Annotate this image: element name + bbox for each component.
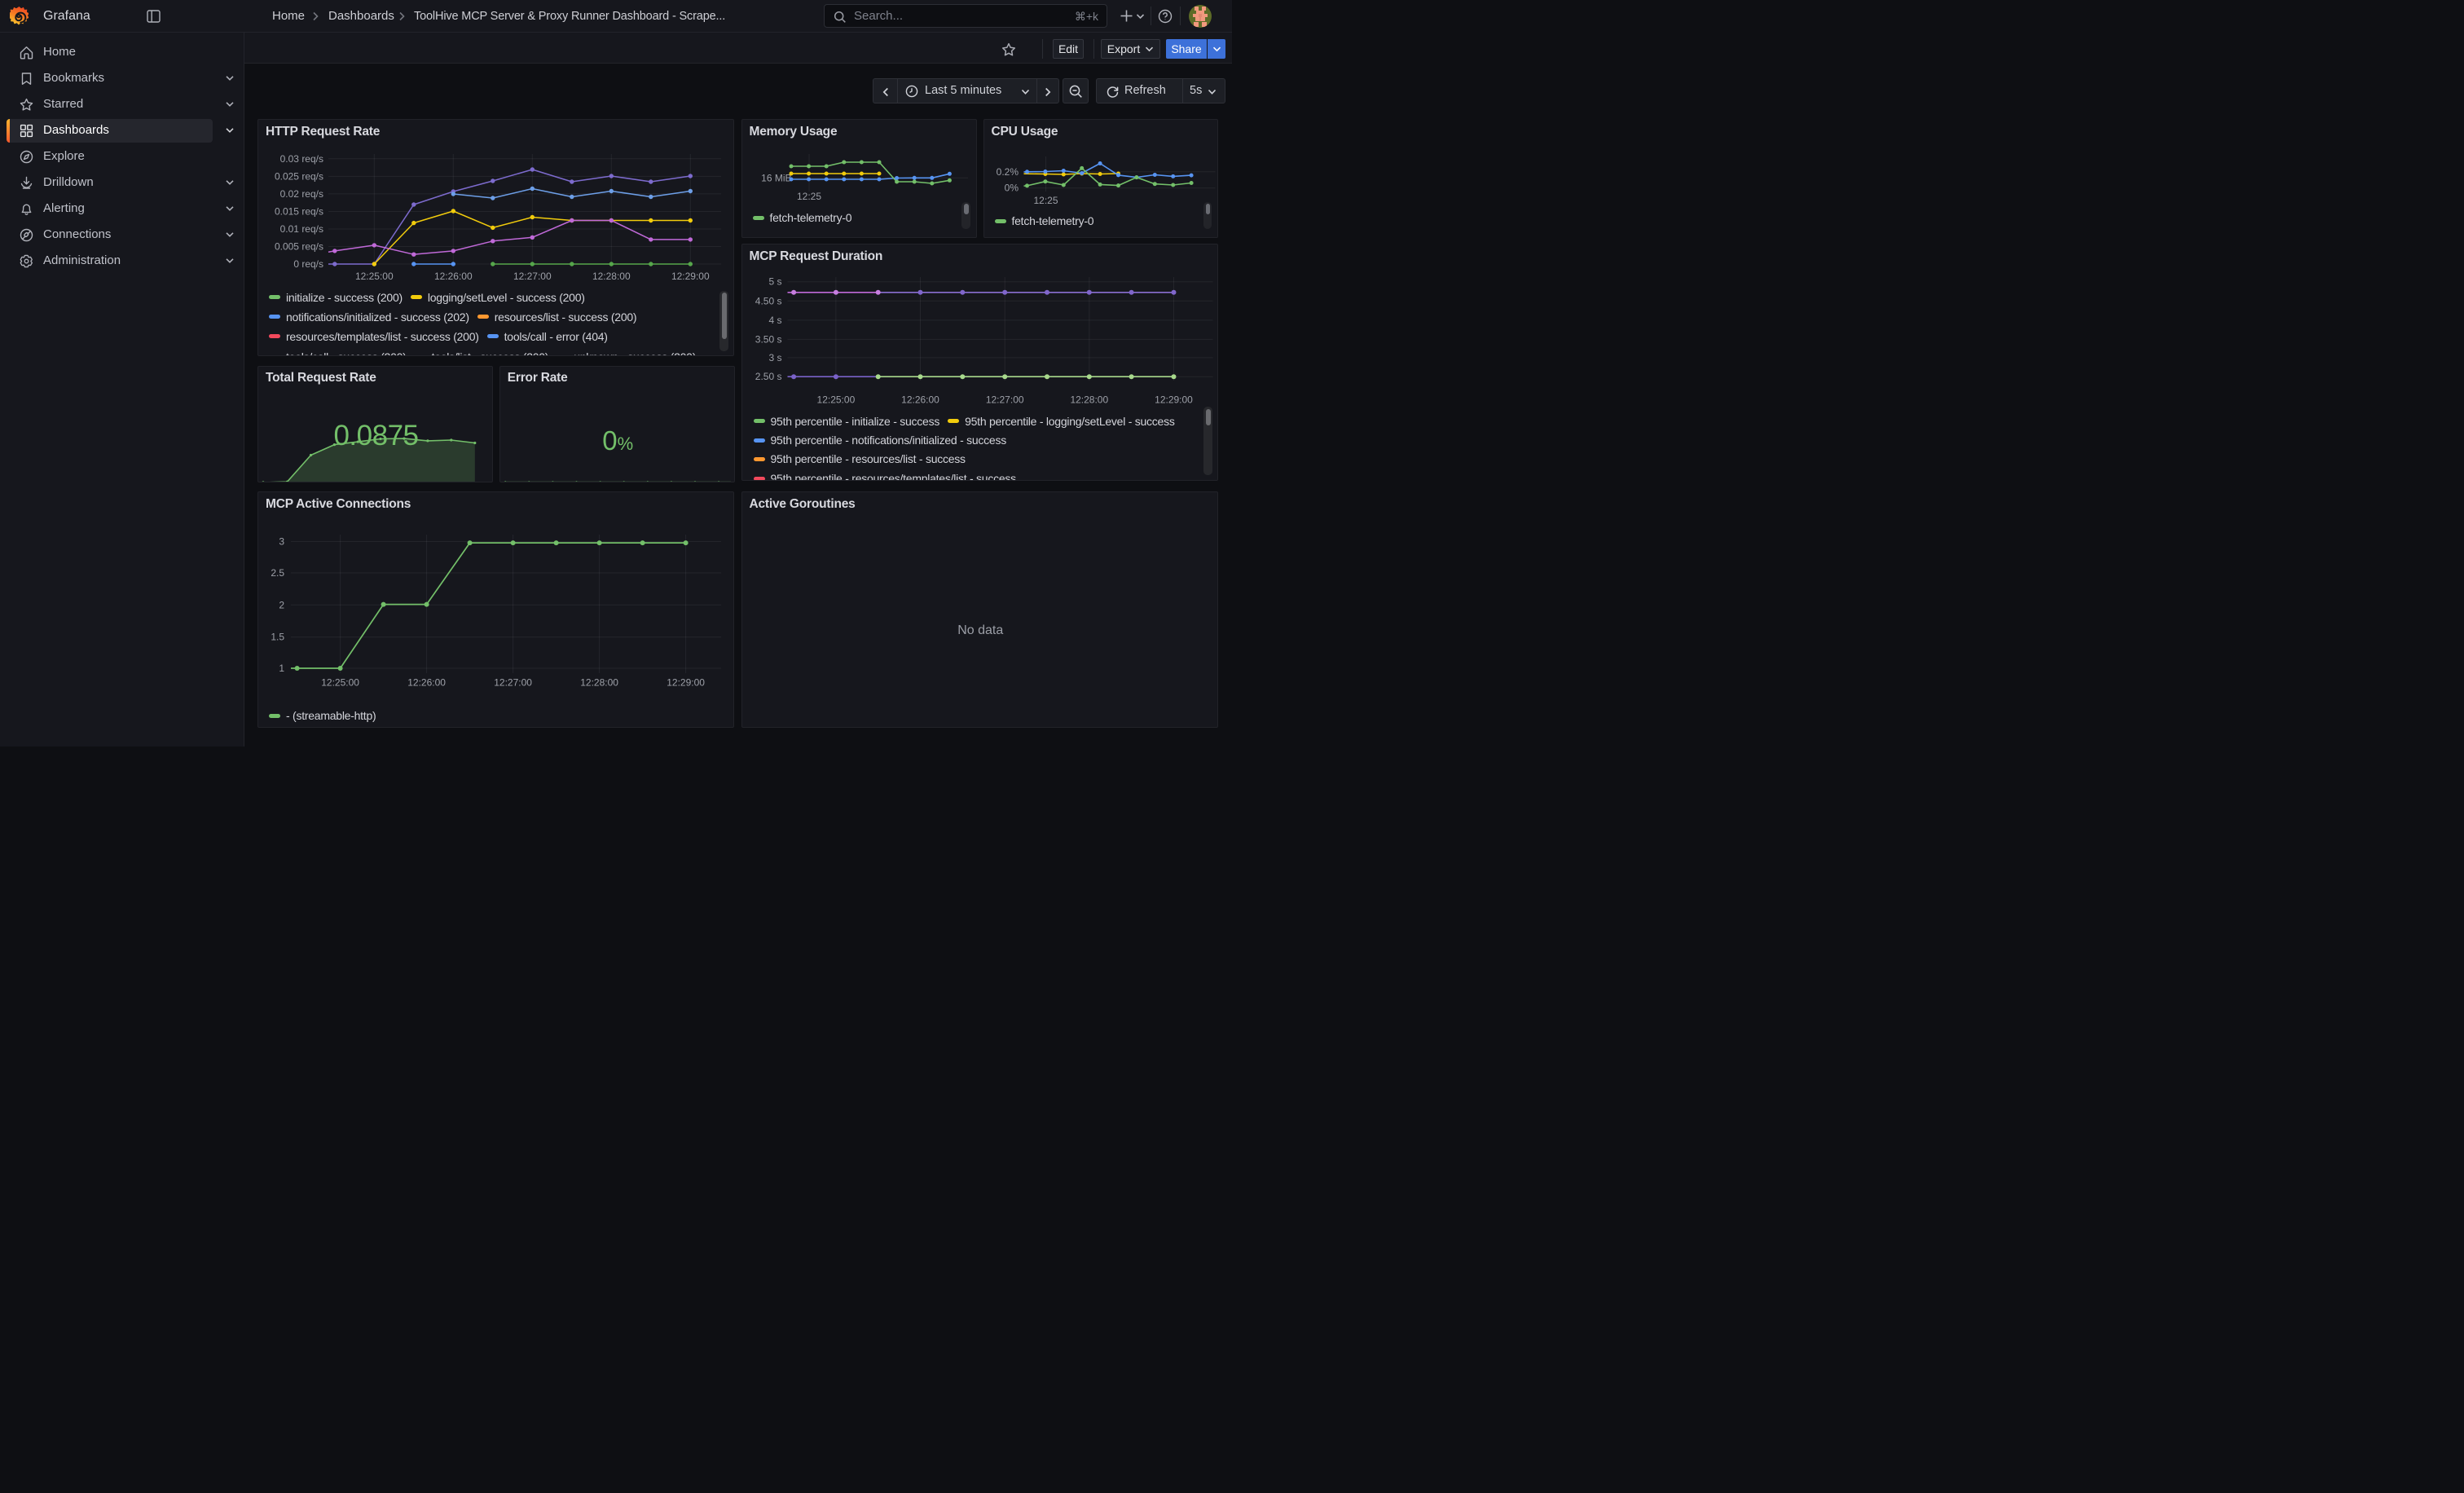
svg-text:0.015 req/s: 0.015 req/s (275, 206, 323, 218)
svg-text:0.025 req/s: 0.025 req/s (275, 170, 323, 182)
svg-text:12:29:00: 12:29:00 (671, 271, 710, 282)
svg-text:12:29:00: 12:29:00 (667, 676, 705, 688)
svg-text:5 s: 5 s (768, 276, 781, 288)
svg-text:12:28:00: 12:28:00 (580, 676, 618, 688)
svg-text:12:27:00: 12:27:00 (513, 271, 552, 282)
svg-text:4.50 s: 4.50 s (755, 295, 781, 306)
svg-text:0.005 req/s: 0.005 req/s (275, 241, 323, 253)
svg-text:0%: 0% (1004, 183, 1019, 194)
svg-text:12:28:00: 12:28:00 (592, 271, 631, 282)
svg-text:3 s: 3 s (768, 352, 781, 363)
svg-text:16 MiB: 16 MiB (761, 173, 791, 184)
svg-text:12:26:00: 12:26:00 (901, 394, 939, 406)
svg-text:3: 3 (279, 536, 284, 548)
svg-text:2.5: 2.5 (271, 567, 284, 579)
svg-text:4 s: 4 s (768, 315, 781, 326)
svg-text:12:27:00: 12:27:00 (494, 676, 532, 688)
svg-text:0 req/s: 0 req/s (293, 258, 323, 270)
svg-text:12:27:00: 12:27:00 (985, 394, 1023, 406)
svg-text:12:25:00: 12:25:00 (321, 676, 359, 688)
svg-text:3.50 s: 3.50 s (755, 333, 781, 345)
svg-text:12:28:00: 12:28:00 (1070, 394, 1108, 406)
svg-text:12:25:00: 12:25:00 (816, 394, 855, 406)
svg-text:2: 2 (279, 599, 284, 610)
svg-text:1: 1 (279, 663, 284, 674)
svg-text:12:29:00: 12:29:00 (1155, 394, 1193, 406)
svg-text:1.5: 1.5 (271, 632, 284, 643)
svg-text:12:26:00: 12:26:00 (407, 676, 446, 688)
svg-text:12:26:00: 12:26:00 (434, 271, 473, 282)
svg-text:0.01 req/s: 0.01 req/s (280, 223, 323, 235)
svg-text:0.2%: 0.2% (996, 166, 1019, 178)
svg-text:12:25: 12:25 (796, 191, 821, 202)
svg-text:0.03 req/s: 0.03 req/s (280, 153, 323, 165)
svg-text:0.02 req/s: 0.02 req/s (280, 188, 323, 200)
svg-text:2.50 s: 2.50 s (755, 371, 781, 382)
svg-text:12:25:00: 12:25:00 (355, 271, 394, 282)
svg-text:12:25: 12:25 (1033, 195, 1058, 206)
